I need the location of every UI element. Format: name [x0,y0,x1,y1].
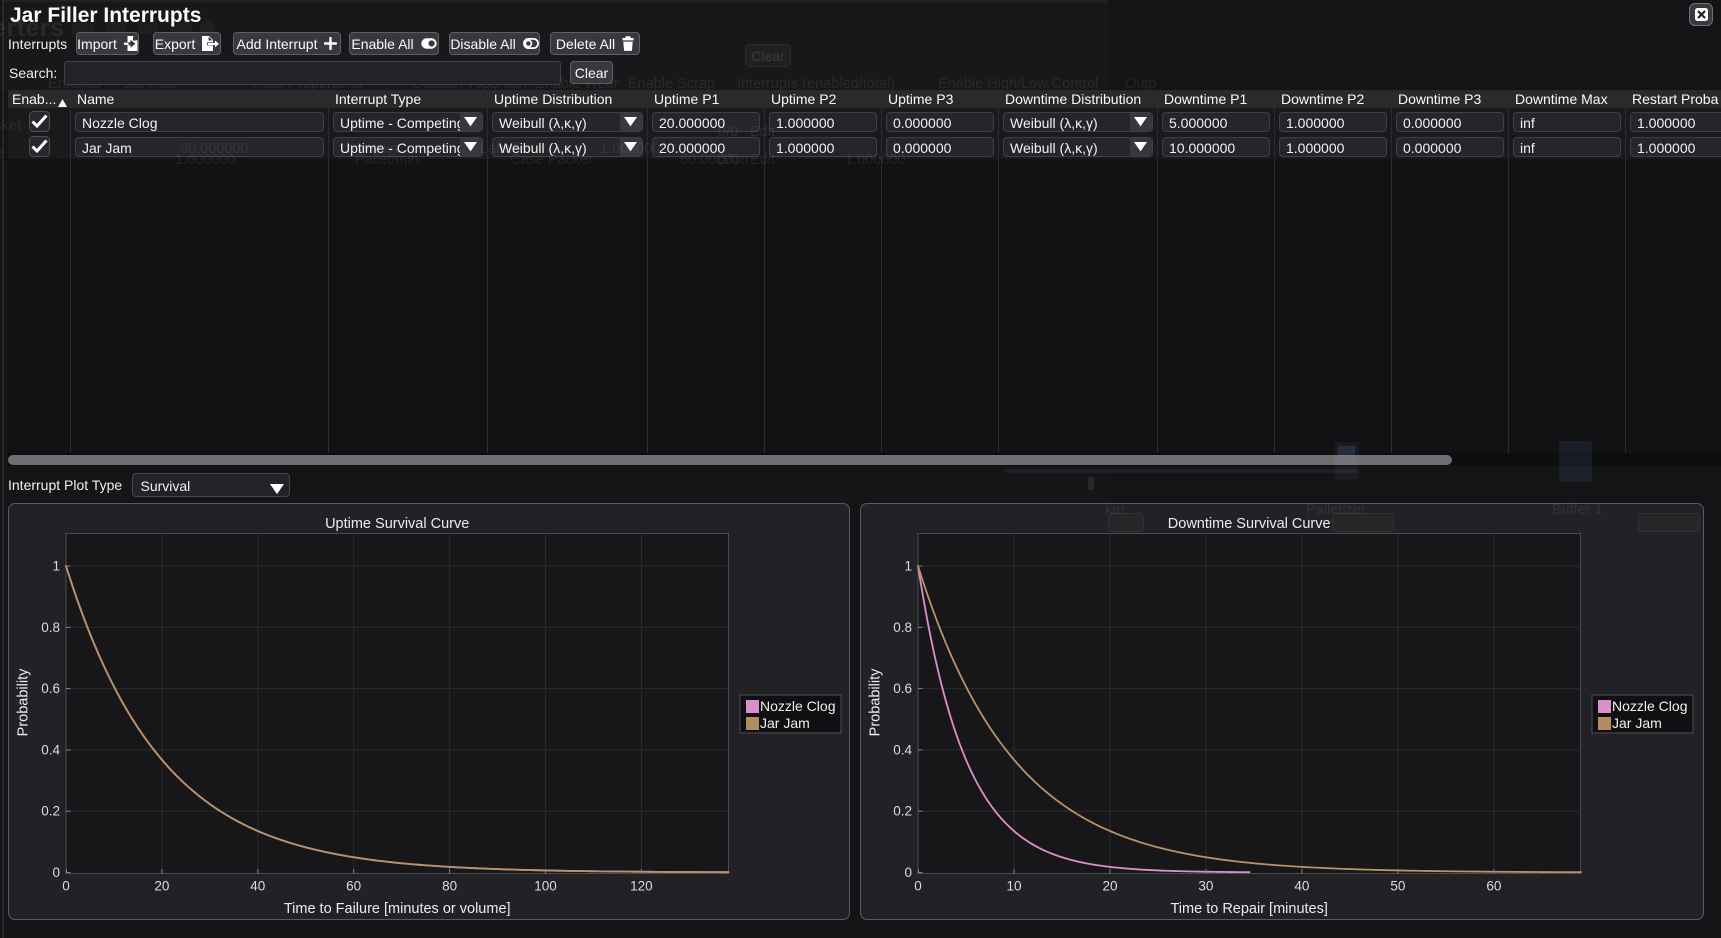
svg-text:1: 1 [904,559,912,574]
svg-text:Probability: Probability [16,668,32,736]
svg-text:Jar Jam: Jar Jam [760,715,810,731]
svg-text:20: 20 [154,879,169,894]
svg-text:Jar Jam: Jar Jam [1612,715,1662,731]
svg-text:50: 50 [1390,879,1405,894]
svg-text:120: 120 [630,879,653,894]
svg-text:40: 40 [1294,879,1309,894]
svg-text:0.8: 0.8 [893,620,912,635]
svg-text:80: 80 [442,879,457,894]
svg-text:Probability: Probability [868,668,884,736]
svg-text:0.8: 0.8 [41,620,60,635]
svg-text:60: 60 [346,879,361,894]
svg-text:Uptime Survival Curve: Uptime Survival Curve [325,516,469,532]
svg-text:0.6: 0.6 [41,681,60,696]
svg-text:0.2: 0.2 [41,804,60,819]
svg-text:Nozzle Clog: Nozzle Clog [760,698,835,714]
svg-text:Time to Failure [minutes or vo: Time to Failure [minutes or volume] [284,901,511,917]
svg-text:100: 100 [534,879,557,894]
svg-text:0.2: 0.2 [893,804,912,819]
svg-text:0: 0 [914,879,922,894]
svg-text:40: 40 [250,879,265,894]
svg-text:30: 30 [1198,879,1213,894]
svg-text:Downtime Survival Curve: Downtime Survival Curve [1168,516,1331,532]
svg-text:0.4: 0.4 [41,742,60,757]
svg-text:0.6: 0.6 [893,681,912,696]
svg-text:0: 0 [52,865,60,880]
svg-text:1: 1 [52,559,60,574]
svg-text:10: 10 [1006,879,1021,894]
svg-text:0: 0 [62,879,70,894]
svg-text:20: 20 [1102,879,1117,894]
svg-text:0.4: 0.4 [893,742,912,757]
svg-text:Nozzle Clog: Nozzle Clog [1612,698,1687,714]
svg-text:0: 0 [904,865,912,880]
svg-text:60: 60 [1486,879,1501,894]
svg-text:Time to Repair [minutes]: Time to Repair [minutes] [1170,901,1327,917]
